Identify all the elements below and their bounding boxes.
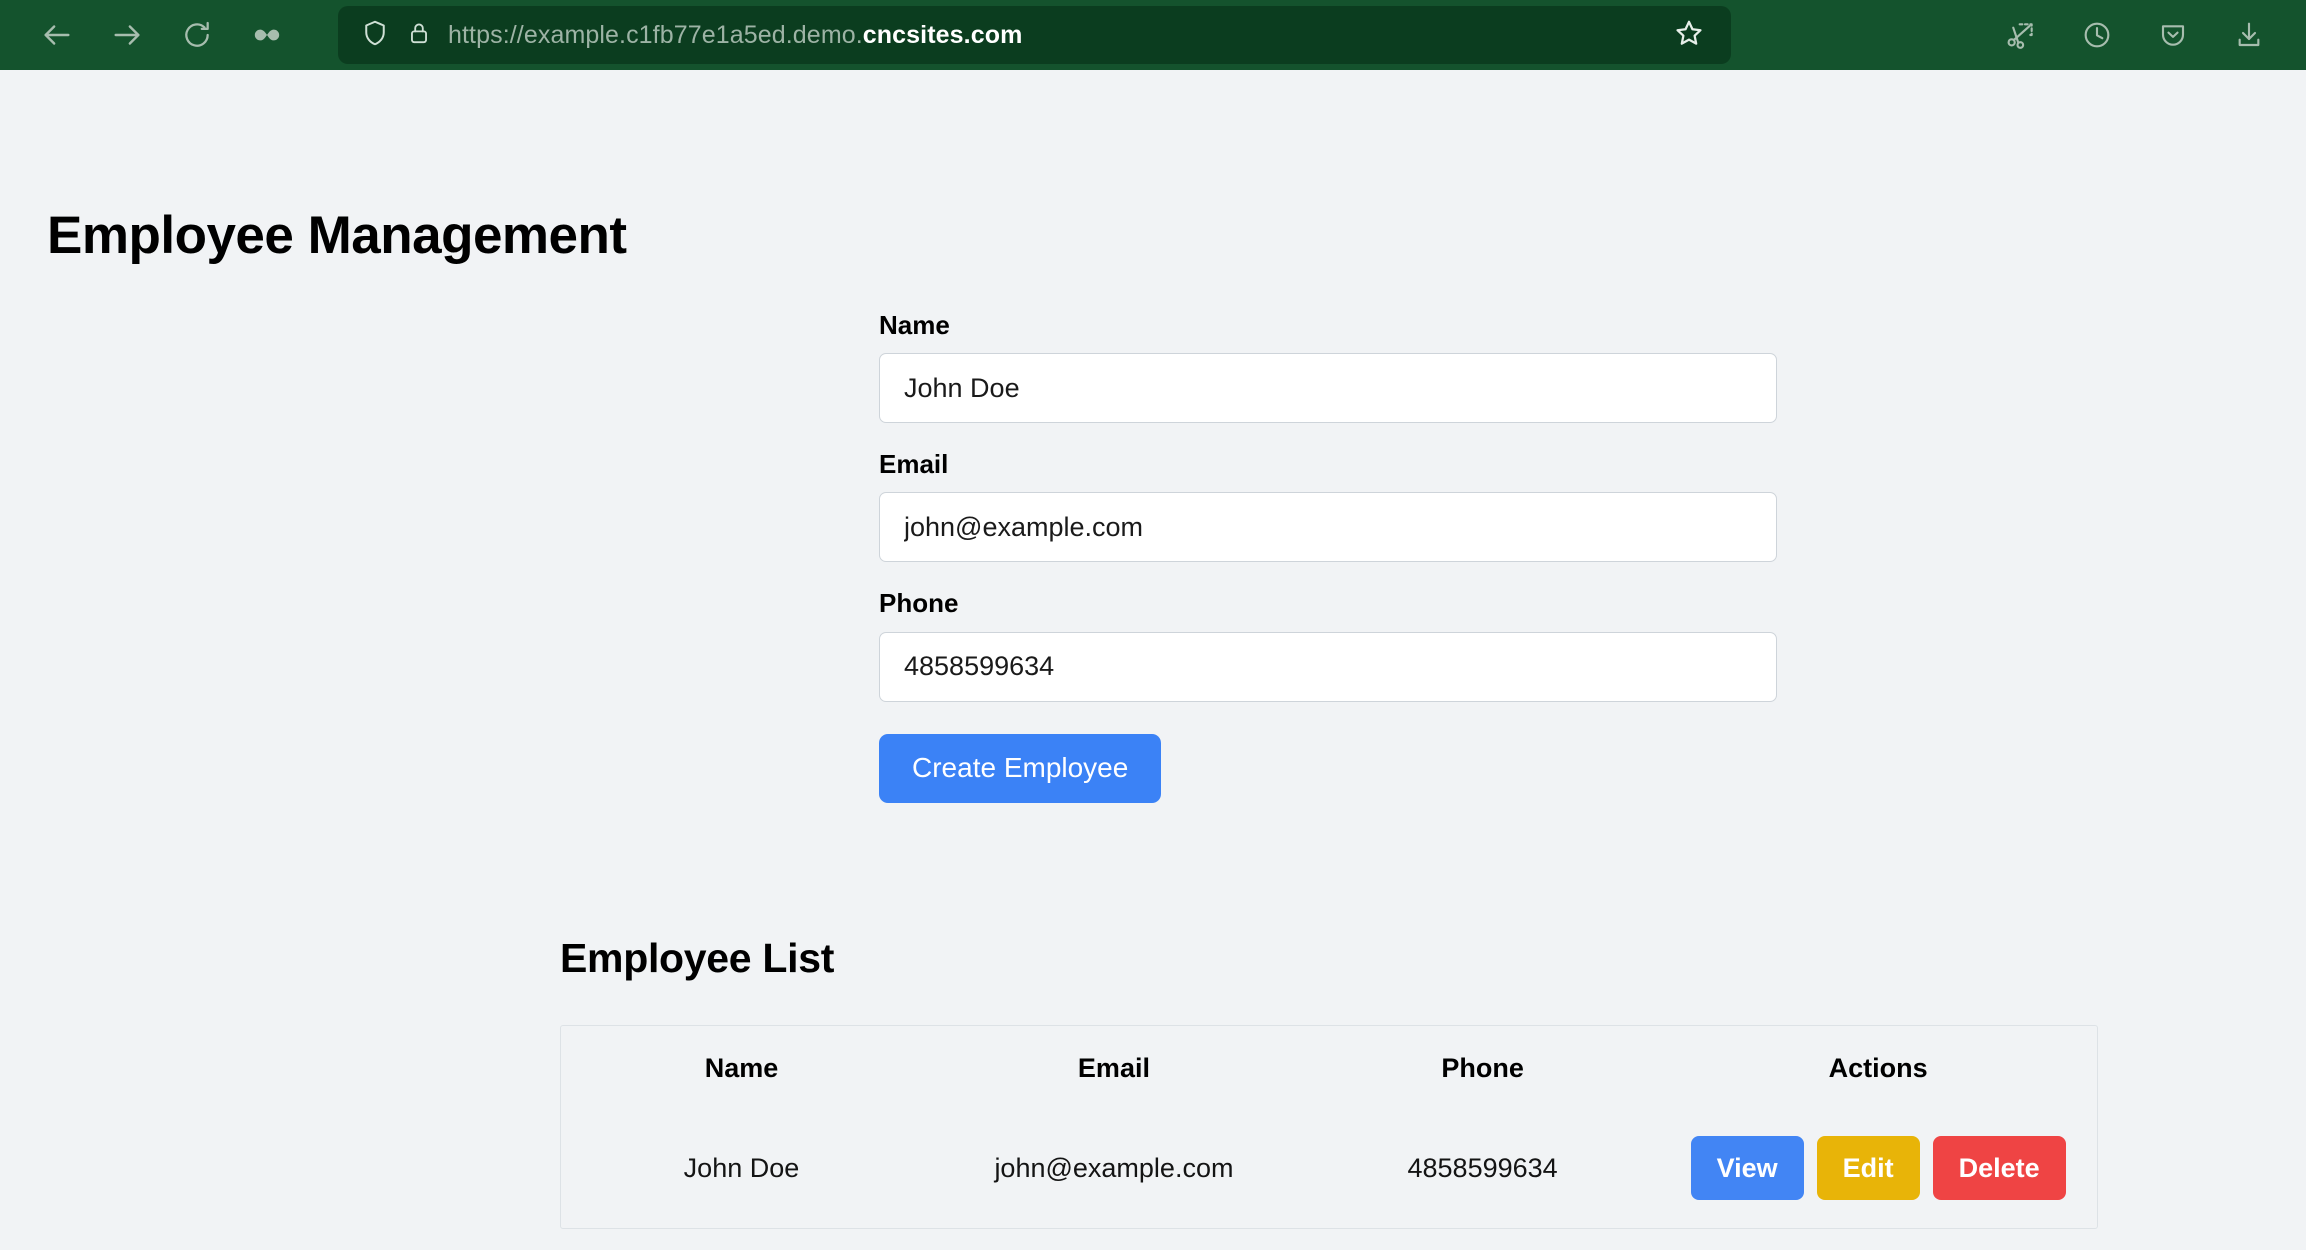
padlock-icon[interactable] [406,19,432,52]
name-input[interactable] [879,353,1777,424]
employee-table-container: Name Email Phone Actions John Doe john@e… [560,1025,2098,1229]
history-button[interactable] [2062,7,2132,63]
url-text[interactable]: https://example.c1fb77e1a5ed.demo. cncsit… [448,21,1645,50]
star-bookmark-icon [1673,17,1705,54]
cell-phone: 4858599634 [1407,1152,1558,1183]
employee-list-title: Employee List [560,935,835,981]
shield-icon[interactable] [360,18,390,53]
back-arrow-icon [40,18,74,52]
employee-table: Name Email Phone Actions John Doe john@e… [561,1026,2097,1228]
phone-label: Phone [879,588,959,619]
email-input[interactable] [879,492,1777,563]
screenshot-scissors-icon [2005,19,2037,51]
forward-arrow-icon [110,18,144,52]
screenshot-button[interactable] [1986,7,2056,63]
history-clock-icon [2081,19,2113,51]
cell-actions: View Edit Delete [1659,1110,2097,1228]
phone-field-group: Phone [879,588,1777,702]
email-field-group: Email [879,449,1777,563]
column-header-email: Email [1077,1053,1150,1083]
cell-email: john@example.com [994,1152,1234,1183]
table-row: John Doe john@example.com 4858599634 Vie… [561,1110,2097,1228]
reload-icon [181,19,213,51]
address-bar[interactable]: https://example.c1fb77e1a5ed.demo. cncsit… [338,6,1731,64]
email-label: Email [879,449,949,480]
navigation-buttons [22,7,302,63]
name-label: Name [879,310,950,340]
downloads-button[interactable] [2214,7,2284,63]
reload-button[interactable] [162,7,232,63]
url-prefix: https://example.c1fb77e1a5ed.demo. [448,20,863,49]
downloads-icon [2233,19,2265,51]
row-action-buttons: View Edit Delete [1659,1136,2097,1200]
infinity-extension-icon [250,18,284,52]
table-head: Name Email Phone Actions [561,1026,2097,1110]
form-spacer [879,423,1777,449]
bookmark-button[interactable] [1661,9,1717,61]
cell-name: John Doe [683,1152,800,1183]
form-spacer [879,562,1777,588]
create-employee-button[interactable]: Create Employee [879,733,1162,803]
name-field-group: Name [879,310,1777,424]
page-title: Employee Management [47,206,627,265]
pocket-icon [2157,19,2189,51]
column-header-name: Name [704,1053,779,1083]
table-body: John Doe john@example.com 4858599634 Vie… [561,1110,2097,1228]
toolbar-right-icons [1986,7,2284,63]
view-button[interactable]: View [1690,1136,1804,1200]
page-content: Employee Management Name Email Phone Cre… [0,70,2306,1250]
forward-button[interactable] [92,7,162,63]
edit-button[interactable]: Edit [1816,1136,1920,1200]
browser-toolbar: https://example.c1fb77e1a5ed.demo. cncsit… [0,0,2306,70]
delete-button[interactable]: Delete [1932,1136,2066,1200]
pocket-button[interactable] [2138,7,2208,63]
phone-input[interactable] [879,631,1777,702]
column-header-actions: Actions [1828,1053,1928,1083]
column-header-phone: Phone [1441,1053,1524,1083]
url-domain: cncsites.com [862,20,1023,49]
table-header-row: Name Email Phone Actions [561,1026,2097,1110]
employee-form: Name Email Phone Create Employee [879,310,1777,803]
back-button[interactable] [22,7,92,63]
extension-button[interactable] [232,7,302,63]
